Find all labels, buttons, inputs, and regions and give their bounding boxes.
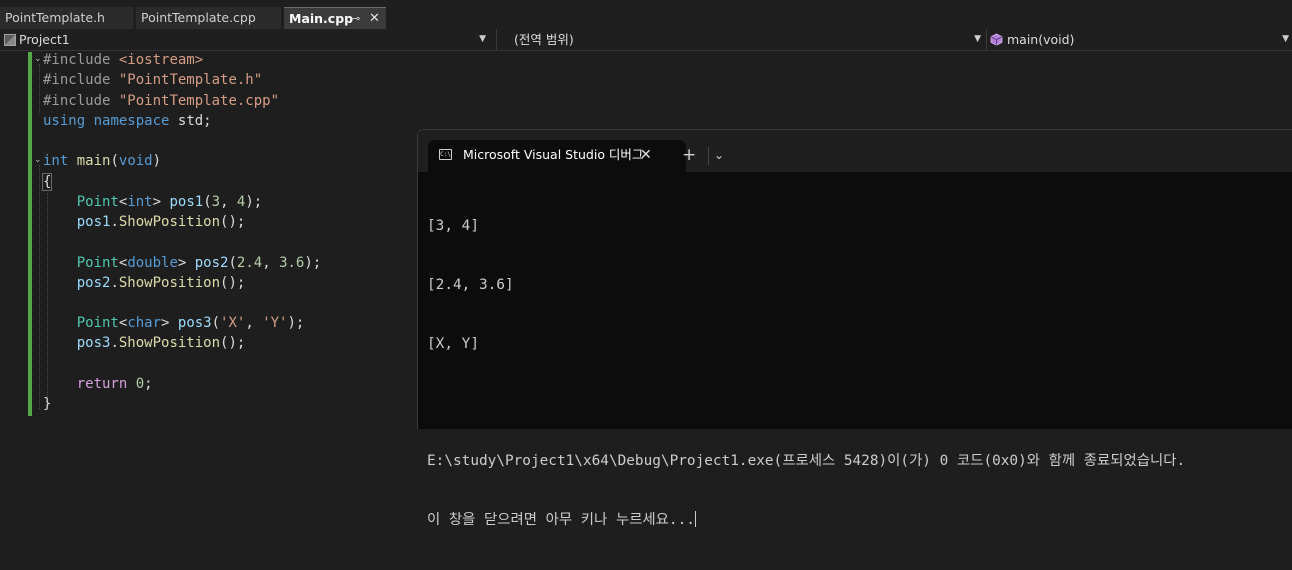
navigation-bar: Project1 ▼ (전역 범위) ▼ main(void) ▼ [0,29,1292,51]
keyword: return [76,376,128,392]
chevron-down-icon: ▼ [479,34,486,44]
code-line: pos1.ShowPosition(); [76,214,246,230]
keyword: int [43,153,69,169]
change-tracking-bar [28,52,32,416]
number-literal: 3 [211,194,221,210]
fold-guide [39,64,40,114]
output-line: E:\study\Project1\x64\Debug\Project1.exe… [427,453,1186,470]
header-name: <iostream> [118,52,204,68]
terminal-tab[interactable]: C:\ Microsoft Visual Studio 디버그 ✕ [428,140,686,172]
function-dropdown[interactable]: main(void) ▼ [986,29,1292,50]
debug-console-window[interactable]: C:\ Microsoft Visual Studio 디버그 ✕ + ⌄ [3… [417,129,1292,528]
tab-main-cpp[interactable]: Main.cpp ⊸ ✕ [284,7,386,29]
fold-guide [39,165,40,409]
keyword: double [127,255,178,271]
terminal-tab-bar: C:\ Microsoft Visual Studio 디버그 ✕ + ⌄ [418,130,1292,172]
char-literal: 'X' [220,315,246,331]
close-icon[interactable]: ✕ [369,8,380,30]
code-line: int main(void) [43,153,162,169]
terminal-output[interactable]: [3, 4] [2.4, 3.6] [X, Y] E:\study\Projec… [427,178,1287,570]
number-literal: 0 [135,376,145,392]
code-line: { [41,172,53,192]
pin-icon[interactable]: ⊸ [351,8,360,30]
variable: pos1 [169,194,204,210]
number-literal: 2.4 [236,255,263,271]
code-line: #include "PointTemplate.h" [43,70,262,90]
open-brace: { [41,173,53,191]
keyword: using [43,113,86,129]
preprocessor-directive: #include [43,93,111,109]
output-line: [2.4, 3.6] [427,276,514,293]
close-icon[interactable]: ✕ [640,140,652,172]
variable: pos3 [177,315,212,331]
type-name: Point [76,194,119,210]
code-line: #include <iostream> [43,50,203,70]
header-name: "PointTemplate.cpp" [118,93,280,109]
function-name: ShowPosition [118,214,221,230]
document-tab-strip: PointTemplate.h PointTemplate.cpp Main.c… [0,0,1292,31]
method-icon [990,33,1003,46]
fold-icon[interactable]: ⌄ [34,155,42,165]
console-icon: C:\ [439,149,452,160]
function-label: main(void) [1007,32,1075,47]
variable: pos2 [194,255,229,271]
code-line: Point<int> pos1(3, 4); [76,194,263,210]
function-name: main [76,153,111,169]
code-line: Point<char> pos3('X', 'Y'); [76,315,305,331]
header-name: "PointTemplate.h" [118,72,263,88]
keyword: int [127,194,153,210]
project-label: Project1 [19,32,70,47]
code-line: Point<double> pos2(2.4, 3.6); [76,255,322,271]
tab-label: Main.cpp [289,11,354,26]
keyword: namespace [93,113,170,129]
char-literal: 'Y' [262,315,288,331]
scope-label: (전역 범위) [514,32,574,47]
type-name: Point [76,315,119,331]
scope-dropdown[interactable]: (전역 범위) ▼ [496,29,985,50]
project-icon [4,34,16,46]
tab-pointtemplate-cpp[interactable]: PointTemplate.cpp [136,7,281,29]
tab-pointtemplate-h[interactable]: PointTemplate.h [0,7,133,29]
number-literal: 3.6 [279,255,305,271]
type-name: Point [76,255,119,271]
variable: pos3 [76,335,111,351]
code-line: using namespace std; [43,111,212,131]
variable: pos2 [76,275,111,291]
terminal-tab-title: Microsoft Visual Studio 디버그 [463,147,644,162]
output-line: 이 창을 닫으려면 아무 키나 누르세요... [427,511,1287,531]
preprocessor-directive: #include [43,72,111,88]
project-dropdown[interactable]: Project1 ▼ [0,29,490,50]
keyword: void [118,153,153,169]
code-line: #include "PointTemplate.cpp" [43,91,279,111]
function-name: ShowPosition [118,335,221,351]
output-line: [X, Y] [427,335,479,352]
variable: pos1 [76,214,111,230]
fold-icon[interactable]: ⌄ [34,54,42,64]
tab-label: PointTemplate.h [5,10,105,25]
text-cursor [694,511,696,528]
close-brace: } [43,396,52,412]
function-name: ShowPosition [118,275,221,291]
chevron-down-icon[interactable]: ⌄ [714,140,724,172]
divider [708,147,709,165]
number-literal: 4 [236,194,246,210]
indicator-margin [0,51,28,429]
output-text: 이 창을 닫으려면 아무 키나 누르세요... [427,512,695,529]
tab-label: PointTemplate.cpp [141,10,256,25]
keyword: char [127,315,162,331]
new-tab-icon[interactable]: + [682,140,696,172]
preprocessor-directive: #include [43,52,111,68]
code-line: pos3.ShowPosition(); [76,335,246,351]
chevron-down-icon: ▼ [974,34,981,44]
identifier: std; [177,113,212,129]
code-line: return 0; [76,376,153,392]
code-line: pos2.ShowPosition(); [76,275,246,291]
output-line: [3, 4] [427,218,479,235]
chevron-down-icon: ▼ [1282,34,1289,44]
code-line: } [43,394,51,414]
